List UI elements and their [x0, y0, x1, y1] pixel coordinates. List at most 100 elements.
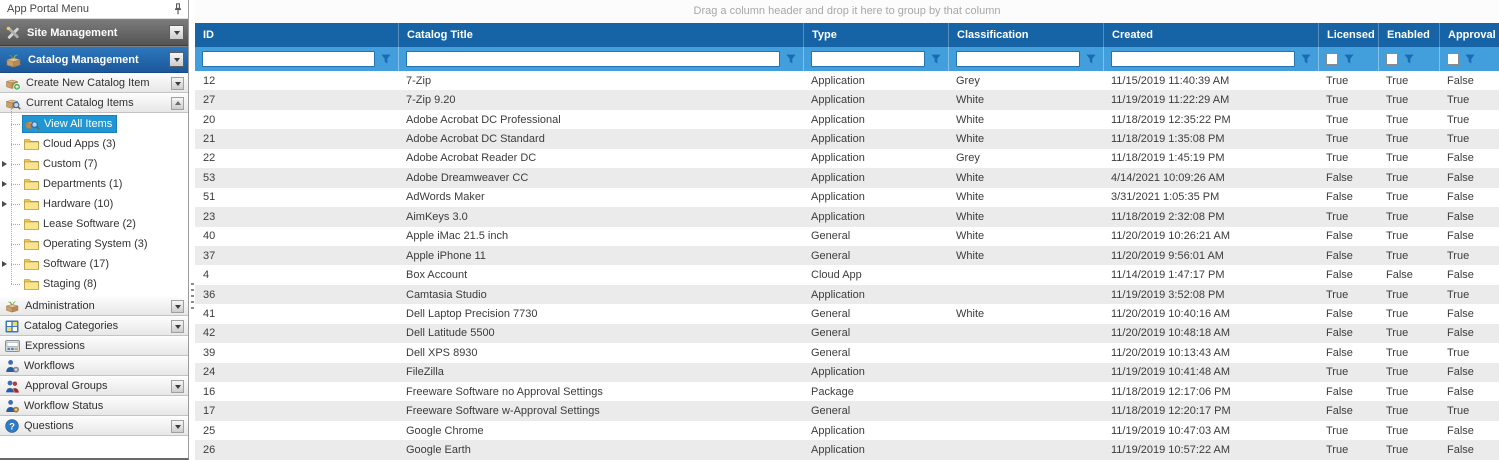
- cell-created: 11/18/2019 2:32:08 PM: [1103, 211, 1318, 223]
- sidebar-item-catalog-categories[interactable]: Catalog Categories: [0, 316, 188, 336]
- sidebar-item-approval-groups[interactable]: Approval Groups: [0, 376, 188, 396]
- sidebar-item-questions[interactable]: ?Questions: [0, 416, 188, 436]
- cell-type: Application: [803, 366, 948, 378]
- cell-licensed: True: [1318, 289, 1378, 301]
- table-row[interactable]: 24FileZillaApplication11/19/2019 10:41:4…: [195, 363, 1499, 382]
- column-header-enabled[interactable]: Enabled: [1378, 23, 1439, 47]
- sidebar-item-administration[interactable]: Administration: [0, 296, 188, 316]
- expand-arrow-icon[interactable]: [2, 181, 10, 187]
- expand-arrow-icon[interactable]: [2, 261, 10, 267]
- tree-item-content: Hardware (10): [22, 197, 117, 211]
- catalog-categories-dropdown-button[interactable]: [171, 320, 184, 333]
- cell-created: 11/19/2019 3:52:08 PM: [1103, 289, 1318, 301]
- cell-catalog-title: Apple iMac 21.5 inch: [398, 230, 803, 242]
- create-new-catalog-item-dropdown-button[interactable]: [171, 77, 184, 90]
- sidebar-item-current-catalog-items[interactable]: Current Catalog Items: [0, 93, 188, 113]
- column-header-licensed[interactable]: Licensed: [1318, 23, 1378, 47]
- table-row[interactable]: 4Box AccountCloud App11/14/2019 1:47:17 …: [195, 265, 1499, 284]
- chevron-down-icon: [175, 82, 181, 89]
- table-row[interactable]: 16Freeware Software no Approval Settings…: [195, 382, 1499, 401]
- table-row[interactable]: 36Camtasia StudioApplication11/19/2019 3…: [195, 285, 1499, 304]
- tree-item-departments-1[interactable]: Departments (1): [0, 174, 188, 194]
- created-filter-button[interactable]: [1301, 54, 1311, 64]
- tree-item-software-17[interactable]: Software (17): [0, 254, 188, 274]
- sidebar-item-label: Expressions: [25, 340, 85, 352]
- classification-filter-input[interactable]: [956, 51, 1080, 67]
- questions-dropdown-button[interactable]: [171, 420, 184, 433]
- current-catalog-items-dropdown-button[interactable]: [171, 97, 184, 110]
- table-row[interactable]: 37Apple iPhone 11GeneralWhite11/20/2019 …: [195, 246, 1499, 265]
- pin-icon[interactable]: [173, 3, 183, 15]
- tree-item-cloud-apps-3[interactable]: Cloud Apps (3): [0, 134, 188, 154]
- catalog-title-filter-input[interactable]: [406, 51, 780, 67]
- tree-item-staging-8[interactable]: Staging (8): [0, 274, 188, 294]
- cell-created: 11/18/2019 12:35:22 PM: [1103, 114, 1318, 126]
- sidebar-item-workflow-status[interactable]: Workflow Status: [0, 396, 188, 416]
- tree-item-operating-system-3[interactable]: Operating System (3): [0, 234, 188, 254]
- sidebar: App Portal Menu Site ManagementCatalog M…: [0, 0, 189, 460]
- column-header-approval[interactable]: Approval: [1439, 23, 1499, 47]
- table-row[interactable]: 21Adobe Acrobat DC StandardApplicationWh…: [195, 129, 1499, 148]
- sidebar-group-site-management[interactable]: Site Management: [0, 19, 188, 46]
- created-filter-input[interactable]: [1111, 51, 1295, 67]
- column-header-created[interactable]: Created: [1103, 23, 1318, 47]
- table-row[interactable]: 53Adobe Dreamweaver CCApplicationWhite4/…: [195, 168, 1499, 187]
- splitter-grip[interactable]: [191, 283, 194, 309]
- id-filter-button[interactable]: [381, 54, 391, 64]
- cell-approval: False: [1439, 152, 1499, 164]
- enabled-filter-checkbox[interactable]: [1386, 53, 1398, 65]
- cell-approval: False: [1439, 211, 1499, 223]
- table-row[interactable]: 39Dell XPS 8930General11/20/2019 10:13:4…: [195, 343, 1499, 362]
- table-row[interactable]: 22Adobe Acrobat Reader DCApplicationGrey…: [195, 149, 1499, 168]
- sidebar-item-expressions[interactable]: Expressions: [0, 336, 188, 356]
- workflow-status-icon: [5, 399, 19, 413]
- table-row[interactable]: 41Dell Laptop Precision 7730GeneralWhite…: [195, 304, 1499, 323]
- tree-item-view-all-items[interactable]: View All Items: [0, 114, 188, 134]
- folder-icon: [24, 258, 39, 270]
- table-row[interactable]: 23AimKeys 3.0ApplicationWhite11/18/2019 …: [195, 207, 1499, 226]
- expand-arrow-icon[interactable]: [2, 201, 10, 207]
- column-header-id[interactable]: ID: [195, 23, 398, 47]
- type-filter-button[interactable]: [931, 54, 941, 64]
- catalog-management-dropdown-button[interactable]: [169, 52, 184, 67]
- id-filter-input[interactable]: [202, 51, 375, 67]
- table-row[interactable]: 51AdWords MakerApplicationWhite3/31/2021…: [195, 188, 1499, 207]
- group-by-drop-zone[interactable]: Drag a column header and drop it here to…: [195, 0, 1499, 23]
- cell-id: 24: [195, 366, 398, 378]
- tree-item-custom-7[interactable]: Custom (7): [0, 154, 188, 174]
- table-row[interactable]: 277-Zip 9.20ApplicationWhite11/19/2019 1…: [195, 90, 1499, 109]
- licensed-filter-button[interactable]: [1344, 54, 1354, 64]
- cell-catalog-title: AimKeys 3.0: [398, 211, 803, 223]
- table-row[interactable]: 17Freeware Software w-Approval SettingsG…: [195, 401, 1499, 420]
- column-header-type[interactable]: Type: [803, 23, 948, 47]
- tree-item-hardware-10[interactable]: Hardware (10): [0, 194, 188, 214]
- package-add-icon: [5, 76, 21, 91]
- table-row[interactable]: 40Apple iMac 21.5 inchGeneralWhite11/20/…: [195, 227, 1499, 246]
- column-header-classification[interactable]: Classification: [948, 23, 1103, 47]
- expand-arrow-icon[interactable]: [2, 161, 10, 167]
- type-filter-input[interactable]: [811, 51, 925, 67]
- site-management-dropdown-button[interactable]: [169, 25, 184, 40]
- enabled-filter-button[interactable]: [1404, 54, 1414, 64]
- table-row[interactable]: 25Google ChromeApplication11/19/2019 10:…: [195, 421, 1499, 440]
- table-row[interactable]: 127-ZipApplicationGrey11/15/2019 11:40:3…: [195, 71, 1499, 90]
- sidebar-item-create-new-catalog-item[interactable]: Create New Catalog Item: [0, 73, 188, 93]
- sidebar-titlebar: App Portal Menu: [0, 0, 188, 19]
- table-row[interactable]: 42Dell Latitude 5500General11/20/2019 10…: [195, 324, 1499, 343]
- table-row[interactable]: 20Adobe Acrobat DC ProfessionalApplicati…: [195, 110, 1499, 129]
- classification-filter-button[interactable]: [1086, 54, 1096, 64]
- catalog-title-filter-button[interactable]: [786, 54, 796, 64]
- app-portal-window: App Portal Menu Site ManagementCatalog M…: [0, 0, 1499, 460]
- sidebar-group-catalog-management[interactable]: Catalog Management: [0, 46, 188, 73]
- approval-filter-checkbox[interactable]: [1447, 53, 1459, 65]
- approval-groups-dropdown-button[interactable]: [171, 380, 184, 393]
- table-row[interactable]: 26Google EarthApplication11/19/2019 10:5…: [195, 440, 1499, 459]
- approval-filter-button[interactable]: [1465, 54, 1475, 64]
- tree-item-lease-software-2[interactable]: Lease Software (2): [0, 214, 188, 234]
- licensed-filter-checkbox[interactable]: [1326, 53, 1338, 65]
- administration-dropdown-button[interactable]: [171, 300, 184, 313]
- sidebar-splitter[interactable]: [189, 0, 195, 460]
- column-header-catalog-title[interactable]: Catalog Title: [398, 23, 803, 47]
- sidebar-item-workflows[interactable]: Workflows: [0, 356, 188, 376]
- cell-created: 11/18/2019 1:45:19 PM: [1103, 152, 1318, 164]
